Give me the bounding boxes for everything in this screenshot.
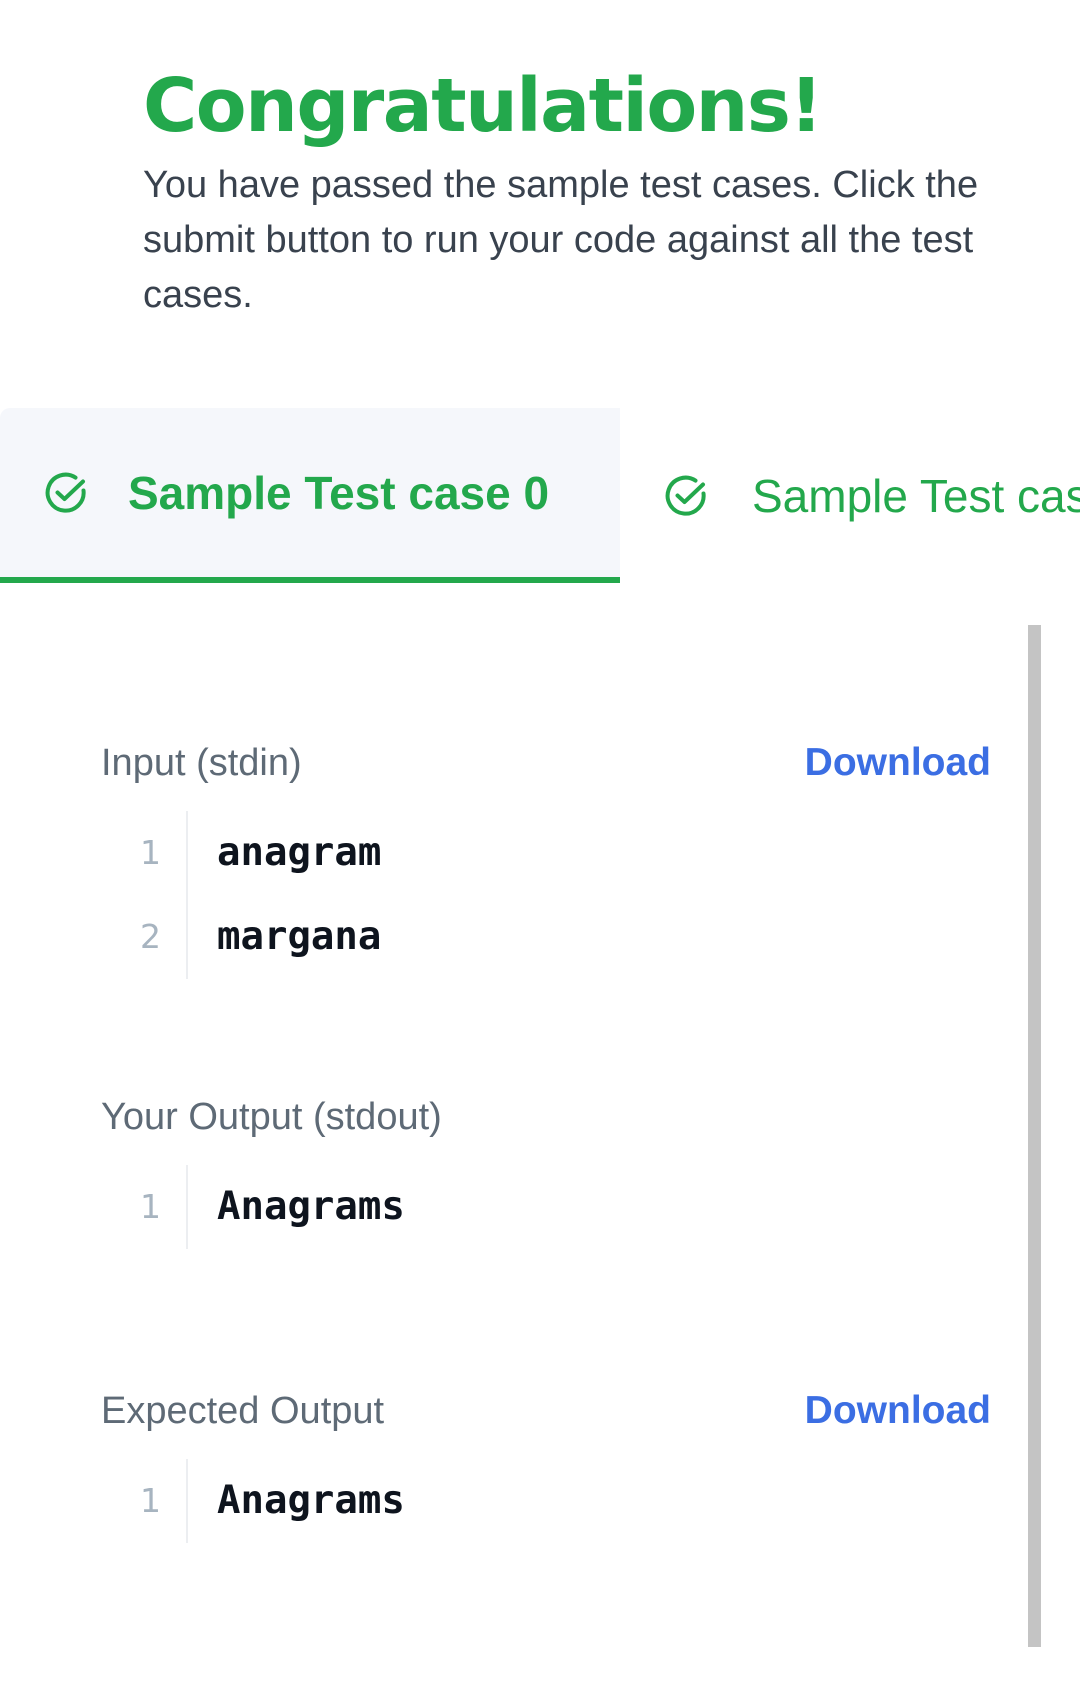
line-number: 1 bbox=[140, 1481, 161, 1520]
line-number: 2 bbox=[140, 917, 161, 956]
your-output-code-block: 1 Anagrams bbox=[101, 1165, 991, 1249]
vertical-scrollbar[interactable] bbox=[1028, 625, 1041, 1647]
expected-output-code-block: 1 Anagrams bbox=[101, 1459, 991, 1543]
download-expected-output-link[interactable]: Download bbox=[805, 1381, 991, 1441]
code-text: Anagrams bbox=[217, 1184, 405, 1229]
test-case-tabs: Sample Test case 0 Sample Test case 1 bbox=[0, 408, 1080, 583]
code-line: 1 Anagrams bbox=[101, 1165, 991, 1249]
input-code-block: 1 anagram 2 margana bbox=[101, 811, 991, 979]
your-output-label: Your Output (stdout) bbox=[101, 1096, 442, 1138]
tab-label: Sample Test case 1 bbox=[752, 469, 1080, 522]
expected-output-label: Expected Output bbox=[101, 1390, 385, 1432]
page-title: Congratulations! bbox=[143, 63, 823, 149]
success-banner: Congratulations! You have passed the sam… bbox=[143, 56, 1003, 323]
line-number: 1 bbox=[140, 833, 161, 872]
tab-label: Sample Test case 0 bbox=[128, 466, 550, 519]
code-text: anagram bbox=[217, 830, 382, 875]
line-number: 1 bbox=[140, 1187, 161, 1226]
your-output-section: Your Output (stdout) 1 Anagrams bbox=[101, 1087, 991, 1249]
download-input-link[interactable]: Download bbox=[805, 733, 991, 793]
check-circle-icon bbox=[42, 469, 90, 517]
code-line: 1 Anagrams bbox=[101, 1459, 991, 1543]
code-text: Anagrams bbox=[217, 1478, 405, 1523]
input-section: Input (stdin) Download 1 anagram 2 marga… bbox=[101, 733, 991, 979]
code-text: margana bbox=[217, 914, 382, 959]
tab-sample-test-case-0[interactable]: Sample Test case 0 bbox=[0, 408, 620, 583]
check-circle-icon bbox=[662, 472, 710, 520]
input-label: Input (stdin) bbox=[101, 742, 302, 784]
expected-output-section: Expected Output Download 1 Anagrams bbox=[101, 1381, 991, 1543]
code-line: 1 anagram bbox=[101, 811, 991, 895]
tab-sample-test-case-1[interactable]: Sample Test case 1 bbox=[620, 408, 1080, 583]
success-message: You have passed the sample test cases. C… bbox=[143, 164, 979, 316]
code-line: 2 margana bbox=[101, 895, 991, 979]
